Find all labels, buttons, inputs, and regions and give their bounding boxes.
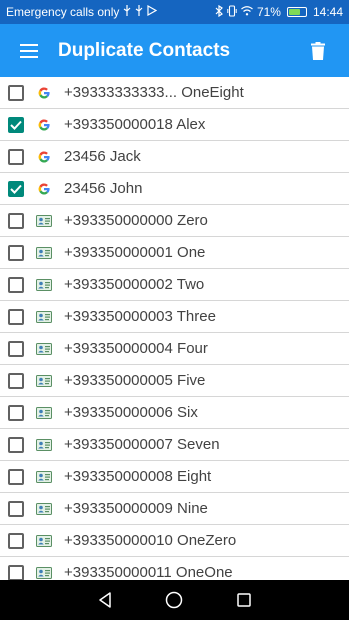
contact-label: +393350000018 Alex <box>64 116 206 133</box>
sim-contact-icon <box>36 309 52 325</box>
contact-label: +393350000001 One <box>64 244 206 261</box>
sim-contact-icon <box>36 277 52 293</box>
media-icon <box>147 4 158 19</box>
menu-button[interactable] <box>0 24 58 77</box>
sim-contact-icon <box>36 245 52 261</box>
contact-row[interactable]: +393350000009 Nine <box>0 493 349 525</box>
usb-icon <box>135 5 143 19</box>
contact-row[interactable]: +39333333333... OneEight <box>0 77 349 109</box>
contact-row[interactable]: +393350000011 OneOne <box>0 557 349 580</box>
checkbox[interactable] <box>8 500 24 517</box>
contact-label: +393350000004 Four <box>64 340 208 357</box>
page-title: Duplicate Contacts <box>58 39 231 61</box>
checkbox-checked[interactable] <box>8 180 24 197</box>
checkbox[interactable] <box>8 84 24 101</box>
checkbox[interactable] <box>8 564 24 580</box>
contact-row[interactable]: +393350000001 One <box>0 237 349 269</box>
checkbox[interactable] <box>8 308 24 325</box>
status-left: Emergency calls only <box>6 4 158 19</box>
vibrate-icon <box>227 4 237 20</box>
checkbox[interactable] <box>8 244 24 261</box>
bluetooth-icon <box>215 4 223 20</box>
battery-icon <box>286 7 307 17</box>
checkbox[interactable] <box>8 404 24 421</box>
contact-label: +393350000000 Zero <box>64 212 208 229</box>
home-icon <box>166 591 183 609</box>
sim-contact-icon <box>36 533 52 549</box>
sim-contact-icon <box>36 341 52 357</box>
google-icon <box>36 85 52 101</box>
trash-icon <box>311 41 325 60</box>
app-bar: Duplicate Contacts <box>0 24 349 77</box>
checkbox[interactable] <box>8 532 24 549</box>
contact-row[interactable]: +393350000007 Seven <box>0 429 349 461</box>
contact-row[interactable]: +393350000018 Alex <box>0 109 349 141</box>
status-bar: Emergency calls only 71% 14:44 <box>0 0 349 24</box>
contact-row[interactable]: +393350000006 Six <box>0 397 349 429</box>
sim-contact-icon <box>36 405 52 421</box>
contact-row[interactable]: +393350000008 Eight <box>0 461 349 493</box>
contact-label: +393350000011 OneOne <box>64 564 233 580</box>
battery-level-fill <box>288 9 300 15</box>
google-icon <box>36 117 52 133</box>
contact-label: 23456 Jack <box>64 148 141 165</box>
google-icon <box>36 149 52 165</box>
recents-button[interactable] <box>230 586 258 614</box>
contact-row[interactable]: +393350000000 Zero <box>0 205 349 237</box>
sim-contact-icon <box>36 469 52 485</box>
contact-label: +393350000010 OneZero <box>64 532 237 549</box>
recents-icon <box>237 593 251 607</box>
contact-label: +393350000003 Three <box>64 308 216 325</box>
back-button[interactable] <box>91 586 119 614</box>
contact-label: +393350000009 Nine <box>64 500 208 517</box>
sim-contact-icon <box>36 373 52 389</box>
checkmark-icon <box>10 120 22 130</box>
checkbox[interactable] <box>8 212 24 229</box>
contact-row[interactable]: 23456 Jack <box>0 141 349 173</box>
contact-label: +393350000002 Two <box>64 276 205 293</box>
contact-row[interactable]: +393350000005 Five <box>0 365 349 397</box>
back-icon <box>99 592 111 608</box>
contact-label: +393350000008 Eight <box>64 468 212 485</box>
sim-contact-icon <box>36 213 52 229</box>
contact-row[interactable]: +393350000003 Three <box>0 301 349 333</box>
status-right: 71% 14:44 <box>215 4 343 20</box>
google-icon <box>36 181 52 197</box>
sim-contact-icon <box>36 437 52 453</box>
checkbox[interactable] <box>8 436 24 453</box>
home-button[interactable] <box>160 586 188 614</box>
delete-button[interactable] <box>287 24 349 77</box>
sim-contact-icon <box>36 565 52 581</box>
contact-label: +39333333333... OneEight <box>64 84 244 101</box>
contact-label: +393350000005 Five <box>64 372 206 389</box>
clock: 14:44 <box>312 5 343 19</box>
checkbox[interactable] <box>8 340 24 357</box>
contact-list: +39333333333... OneEight +393350000018 Al… <box>0 77 349 580</box>
contact-row[interactable]: +393350000002 Two <box>0 269 349 301</box>
contact-label: 23456 John <box>64 180 143 197</box>
usb-icon <box>123 5 131 19</box>
hamburger-menu-icon <box>20 43 38 58</box>
sim-contact-icon <box>36 501 52 517</box>
contact-row[interactable]: 23456 John <box>0 173 349 205</box>
contact-label: +393350000006 Six <box>64 404 198 421</box>
carrier-text: Emergency calls only <box>6 5 120 19</box>
checkbox[interactable] <box>8 468 24 485</box>
navigation-bar <box>0 580 349 620</box>
checkbox[interactable] <box>8 276 24 293</box>
battery-percent: 71% <box>256 5 281 19</box>
checkbox-checked[interactable] <box>8 116 24 133</box>
wifi-icon <box>241 5 253 19</box>
checkmark-icon <box>10 184 22 194</box>
contact-row[interactable]: +393350000004 Four <box>0 333 349 365</box>
contact-row[interactable]: +393350000010 OneZero <box>0 525 349 557</box>
checkbox[interactable] <box>8 148 24 165</box>
contact-label: +393350000007 Seven <box>64 436 220 453</box>
checkbox[interactable] <box>8 372 24 389</box>
